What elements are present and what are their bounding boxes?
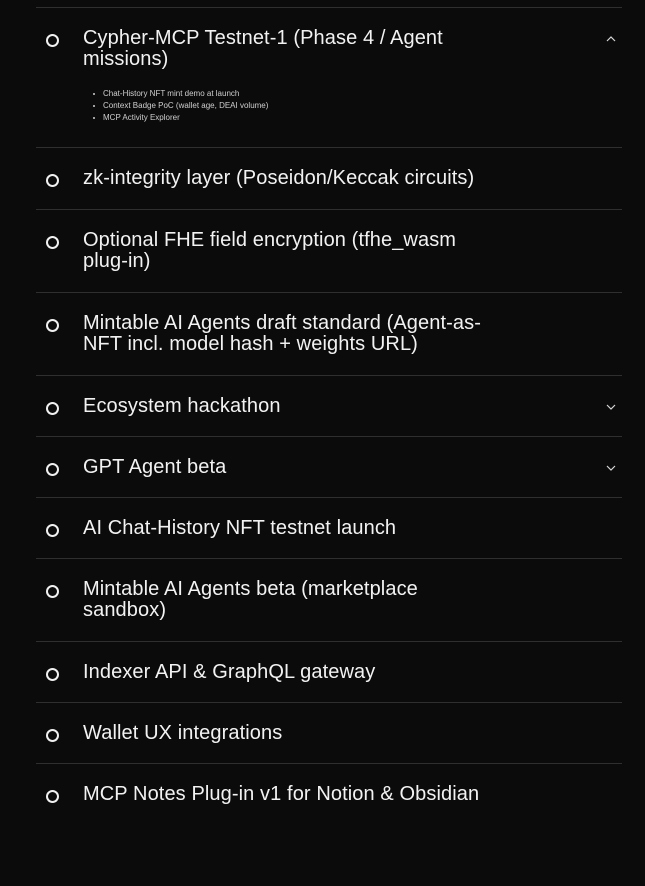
roadmap-item-title: Mintable AI Agents draft standard (Agent… bbox=[83, 312, 481, 355]
status-circle-icon bbox=[46, 236, 59, 249]
roadmap-item-title: MCP Notes Plug-in v1 for Notion & Obsidi… bbox=[83, 783, 480, 805]
status-circle-icon bbox=[46, 668, 59, 681]
roadmap-item-mcp-notes-plugin[interactable]: MCP Notes Plug-in v1 for Notion & Obsidi… bbox=[36, 763, 622, 825]
status-circle-icon bbox=[46, 174, 59, 187]
roadmap-item-title: Optional FHE field encryption (tfhe_wasm… bbox=[83, 229, 457, 272]
roadmap-item-fhe-encryption[interactable]: Optional FHE field encryption (tfhe_wasm… bbox=[36, 209, 622, 292]
roadmap-item-title: Wallet UX integrations bbox=[83, 722, 283, 744]
roadmap-item-title: Ecosystem hackathon bbox=[83, 395, 281, 417]
sub-item: Context Badge PoC (wallet age, DEAI volu… bbox=[93, 100, 622, 112]
roadmap-item-gpt-agent-beta[interactable]: GPT Agent beta bbox=[36, 436, 622, 497]
chevron-down-icon[interactable] bbox=[604, 461, 618, 475]
roadmap-item-zk-integrity[interactable]: zk-integrity layer (Poseidon/Keccak circ… bbox=[36, 147, 622, 209]
roadmap-item-mintable-agents-beta[interactable]: Mintable AI Agents beta (marketplace san… bbox=[36, 558, 622, 641]
chevron-up-icon[interactable] bbox=[604, 32, 618, 46]
roadmap-sub-items: Chat-History NFT mint demo at launch Con… bbox=[93, 88, 622, 124]
roadmap-item-chat-history-nft[interactable]: AI Chat-History NFT testnet launch bbox=[36, 497, 622, 558]
chevron-down-icon[interactable] bbox=[604, 400, 618, 414]
sub-item: MCP Activity Explorer bbox=[93, 112, 622, 124]
roadmap-item-cypher-mcp-testnet[interactable]: Cypher-MCP Testnet-1 (Phase 4 / Agent mi… bbox=[36, 7, 622, 147]
status-circle-icon bbox=[46, 34, 59, 47]
roadmap-item-title: zk-integrity layer (Poseidon/Keccak circ… bbox=[83, 167, 475, 189]
status-circle-icon bbox=[46, 319, 59, 332]
status-circle-icon bbox=[46, 524, 59, 537]
roadmap-item-wallet-ux[interactable]: Wallet UX integrations bbox=[36, 702, 622, 763]
roadmap-item-mintable-agents-draft[interactable]: Mintable AI Agents draft standard (Agent… bbox=[36, 292, 622, 375]
roadmap-item-title: Indexer API & GraphQL gateway bbox=[83, 661, 376, 683]
status-circle-icon bbox=[46, 790, 59, 803]
status-circle-icon bbox=[46, 729, 59, 742]
status-circle-icon bbox=[46, 463, 59, 476]
status-circle-icon bbox=[46, 585, 59, 598]
roadmap-item-title: Mintable AI Agents beta (marketplace san… bbox=[83, 578, 418, 621]
roadmap-item-ecosystem-hackathon[interactable]: Ecosystem hackathon bbox=[36, 375, 622, 436]
roadmap-list: Cypher-MCP Testnet-1 (Phase 4 / Agent mi… bbox=[36, 7, 622, 825]
roadmap-item-title: AI Chat-History NFT testnet launch bbox=[83, 517, 397, 539]
roadmap-item-title: Cypher-MCP Testnet-1 (Phase 4 / Agent mi… bbox=[83, 27, 443, 70]
roadmap-item-indexer-api[interactable]: Indexer API & GraphQL gateway bbox=[36, 641, 622, 702]
sub-item: Chat-History NFT mint demo at launch bbox=[93, 88, 622, 100]
status-circle-icon bbox=[46, 402, 59, 415]
roadmap-item-title: GPT Agent beta bbox=[83, 456, 227, 478]
